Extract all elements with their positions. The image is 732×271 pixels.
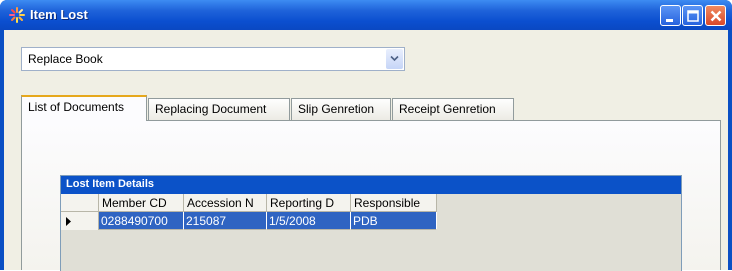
tab-receipt-genretion[interactable]: Receipt Genretion xyxy=(392,98,514,120)
maximize-button[interactable] xyxy=(682,5,703,26)
grid-caption: Lost Item Details xyxy=(61,176,681,194)
column-header-reporting[interactable]: Reporting D xyxy=(267,194,351,212)
cell-responsible[interactable]: PDB xyxy=(351,212,437,230)
maximize-icon xyxy=(687,10,699,22)
tab-replacing-document[interactable]: Replacing Document xyxy=(148,98,290,120)
close-icon xyxy=(710,10,722,22)
grid-corner-cell xyxy=(61,194,99,212)
grid-header-row: Member CD Accession N Reporting D Respon… xyxy=(61,194,681,212)
title-bar[interactable]: Item Lost xyxy=(0,0,732,30)
tab-page-list-of-documents: Lost Item Details Member CD Accession N … xyxy=(21,120,721,271)
minimize-button[interactable] xyxy=(660,5,681,26)
chevron-down-icon xyxy=(390,55,399,62)
column-header-accession[interactable]: Accession N xyxy=(184,194,267,212)
current-row-arrow-icon xyxy=(66,217,71,226)
lost-item-grid: Lost Item Details Member CD Accession N … xyxy=(60,175,682,271)
app-icon xyxy=(9,7,25,23)
column-header-member-cd[interactable]: Member CD xyxy=(99,194,184,212)
cell-reporting-date[interactable]: 1/5/2008 xyxy=(267,212,351,230)
cell-member-cd[interactable]: 0288490700 xyxy=(99,212,184,230)
dropdown-button[interactable] xyxy=(386,49,403,69)
tab-slip-genretion[interactable]: Slip Genretion xyxy=(291,98,391,120)
column-header-responsible[interactable]: Responsible xyxy=(351,194,437,212)
action-select-value: Replace Book xyxy=(28,52,103,66)
table-row[interactable]: 0288490700 215087 1/5/2008 PDB xyxy=(61,212,681,230)
window-client-area: Replace Book List of Documents Replacing… xyxy=(4,30,728,271)
row-selector[interactable] xyxy=(61,212,99,230)
cell-accession[interactable]: 215087 xyxy=(184,212,267,230)
tab-list-of-documents[interactable]: List of Documents xyxy=(21,95,147,121)
item-lost-window: Item Lost Replace Book List of Documents… xyxy=(0,0,732,271)
window-title: Item Lost xyxy=(30,7,88,22)
action-select[interactable]: Replace Book xyxy=(21,47,405,71)
minimize-icon xyxy=(666,19,673,22)
close-button[interactable] xyxy=(705,5,726,26)
